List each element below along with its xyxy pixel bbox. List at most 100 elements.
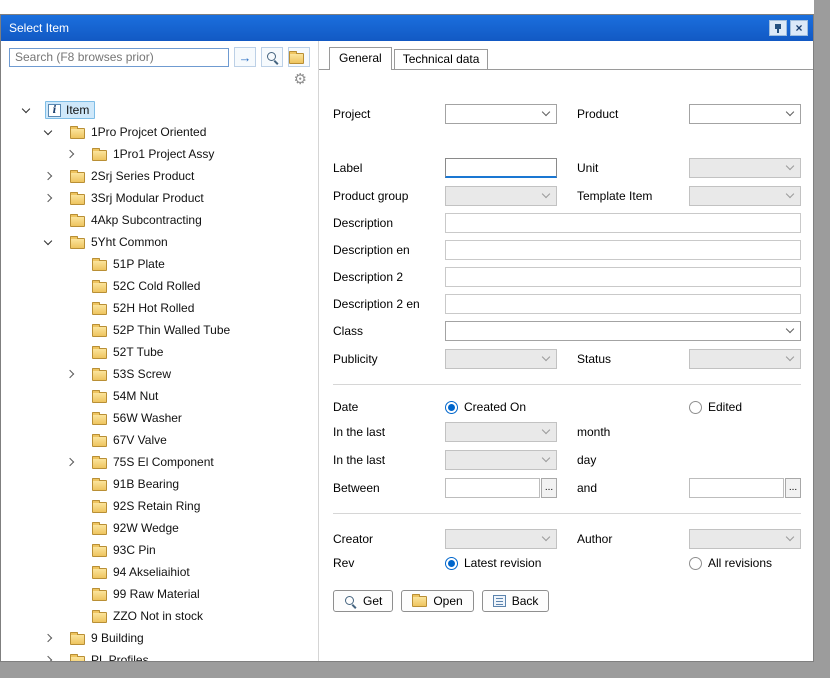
folder-icon bbox=[92, 304, 107, 315]
in-the-last-month-select[interactable] bbox=[445, 422, 557, 442]
chevron-right-icon[interactable] bbox=[65, 371, 83, 377]
tree-item[interactable]: 53S Screw bbox=[1, 363, 318, 385]
and-label: and bbox=[577, 481, 689, 495]
chevron-right-icon[interactable] bbox=[43, 657, 61, 661]
tree-item[interactable]: 56W Washer bbox=[1, 407, 318, 429]
description-en-input[interactable] bbox=[445, 240, 801, 260]
created-on-radio[interactable] bbox=[445, 401, 458, 414]
description-input[interactable] bbox=[445, 213, 801, 233]
unit-select[interactable] bbox=[689, 158, 801, 178]
go-button[interactable]: → bbox=[234, 47, 256, 67]
tab-technical-data[interactable]: Technical data bbox=[394, 49, 489, 69]
author-select[interactable] bbox=[689, 529, 801, 549]
tree-item[interactable]: 4Akp Subcontracting bbox=[1, 209, 318, 231]
publicity-label: Publicity bbox=[333, 352, 445, 366]
tree-item[interactable]: 75S El Component bbox=[1, 451, 318, 473]
tree-item-label: 99 Raw Material bbox=[113, 587, 200, 601]
get-button[interactable]: Get bbox=[333, 590, 393, 612]
chevron-down-icon bbox=[786, 324, 794, 332]
class-select[interactable] bbox=[445, 321, 801, 341]
browse-button[interactable] bbox=[288, 47, 310, 67]
chevron-right-icon[interactable] bbox=[65, 459, 83, 465]
chevron-right-icon[interactable] bbox=[43, 195, 61, 201]
dialog-titlebar[interactable]: Select Item × bbox=[1, 15, 813, 41]
select-item-dialog: Select Item × → ⚙ iItem1Pro Projcet Orie… bbox=[0, 14, 814, 662]
tab-general[interactable]: General bbox=[329, 47, 392, 70]
tree-item-label: 93C Pin bbox=[113, 543, 156, 557]
tree-item[interactable]: 93C Pin bbox=[1, 539, 318, 561]
tree-item-label: 75S El Component bbox=[113, 455, 214, 469]
tree-item[interactable]: 9 Building bbox=[1, 627, 318, 649]
chevron-down-icon bbox=[542, 189, 550, 197]
back-button[interactable]: Back bbox=[482, 590, 550, 612]
tree-item[interactable]: 99 Raw Material bbox=[1, 583, 318, 605]
edited-radio[interactable] bbox=[689, 401, 702, 414]
tree-item[interactable]: 54M Nut bbox=[1, 385, 318, 407]
tree-item[interactable]: 52C Cold Rolled bbox=[1, 275, 318, 297]
publicity-select[interactable] bbox=[445, 349, 557, 369]
creator-select[interactable] bbox=[445, 529, 557, 549]
separator bbox=[333, 384, 801, 385]
chevron-down-icon bbox=[786, 532, 794, 540]
settings-gear-icon[interactable]: ⚙ bbox=[294, 70, 307, 91]
folder-icon bbox=[70, 656, 85, 662]
search-icon bbox=[344, 595, 357, 608]
folder-icon bbox=[92, 612, 107, 623]
in-the-last-month-label: In the last bbox=[333, 425, 445, 439]
tree-item[interactable]: 5Yht Common bbox=[1, 231, 318, 253]
description-2-input[interactable] bbox=[445, 267, 801, 287]
close-button[interactable]: × bbox=[790, 20, 808, 36]
open-button[interactable]: Open bbox=[401, 590, 473, 612]
tree-item-label: 9 Building bbox=[91, 631, 144, 645]
tree-item[interactable]: 52H Hot Rolled bbox=[1, 297, 318, 319]
template-item-select[interactable] bbox=[689, 186, 801, 206]
between-from-ellipsis-button[interactable]: ... bbox=[541, 478, 557, 498]
between-to-input[interactable] bbox=[689, 478, 784, 498]
tree-item[interactable]: 1Pro1 Project Assy bbox=[1, 143, 318, 165]
tree-item[interactable]: 92S Retain Ring bbox=[1, 495, 318, 517]
chevron-down-icon bbox=[542, 532, 550, 540]
product-label: Product bbox=[577, 107, 689, 121]
tree-item[interactable]: 94 Akseliaihiot bbox=[1, 561, 318, 583]
chevron-down-icon[interactable] bbox=[43, 131, 61, 134]
folder-icon bbox=[289, 53, 304, 64]
chevron-down-icon[interactable] bbox=[43, 241, 61, 244]
label-input[interactable] bbox=[445, 158, 557, 178]
project-select[interactable] bbox=[445, 104, 557, 124]
chevron-right-icon[interactable] bbox=[65, 151, 83, 157]
tree-item[interactable]: 1Pro Projcet Oriented bbox=[1, 121, 318, 143]
between-to-ellipsis-button[interactable]: ... bbox=[785, 478, 801, 498]
tree-item[interactable]: PL Profiles bbox=[1, 649, 318, 661]
tree-item[interactable]: 51P Plate bbox=[1, 253, 318, 275]
pin-button[interactable] bbox=[769, 20, 787, 36]
search-button[interactable] bbox=[261, 47, 283, 67]
description-2-en-input[interactable] bbox=[445, 294, 801, 314]
tree-item-label: 54M Nut bbox=[113, 389, 158, 403]
all-revisions-radio[interactable] bbox=[689, 557, 702, 570]
tree-item[interactable]: 91B Bearing bbox=[1, 473, 318, 495]
tree-item[interactable]: iItem bbox=[1, 99, 318, 121]
product-group-select[interactable] bbox=[445, 186, 557, 206]
tree-item[interactable]: 3Srj Modular Product bbox=[1, 187, 318, 209]
product-select[interactable] bbox=[689, 104, 801, 124]
chevron-down-icon[interactable] bbox=[21, 109, 39, 112]
tree-item[interactable]: 67V Valve bbox=[1, 429, 318, 451]
tree-item[interactable]: 92W Wedge bbox=[1, 517, 318, 539]
close-icon: × bbox=[795, 22, 802, 34]
chevron-right-icon[interactable] bbox=[43, 173, 61, 179]
tree-item[interactable]: 52T Tube bbox=[1, 341, 318, 363]
arrow-right-icon: → bbox=[239, 51, 252, 64]
in-the-last-day-select[interactable] bbox=[445, 450, 557, 470]
tree-item[interactable]: 2Srj Series Product bbox=[1, 165, 318, 187]
tree-item[interactable]: ZZO Not in stock bbox=[1, 605, 318, 627]
tree-item[interactable]: 52P Thin Walled Tube bbox=[1, 319, 318, 341]
item-tree: iItem1Pro Projcet Oriented1Pro1 Project … bbox=[1, 91, 318, 661]
chevron-right-icon[interactable] bbox=[43, 635, 61, 641]
search-input[interactable] bbox=[9, 48, 229, 67]
status-select[interactable] bbox=[689, 349, 801, 369]
latest-revision-radio[interactable] bbox=[445, 557, 458, 570]
folder-icon bbox=[92, 502, 107, 513]
creator-label: Creator bbox=[333, 532, 445, 546]
tree-item-label: 92S Retain Ring bbox=[113, 499, 200, 513]
between-from-input[interactable] bbox=[445, 478, 540, 498]
